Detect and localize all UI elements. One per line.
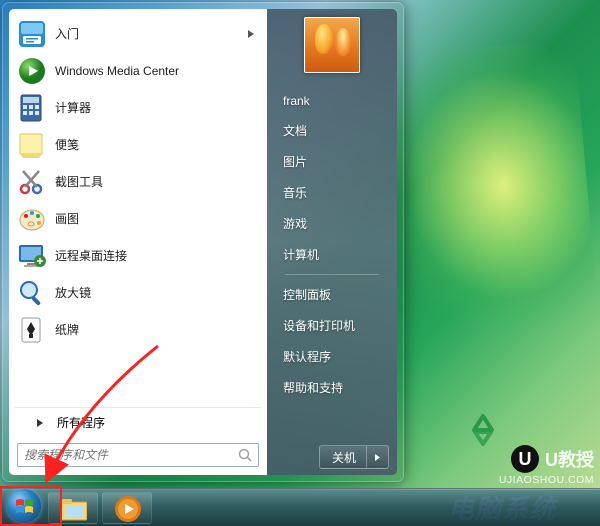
windows-flag-icon: [13, 495, 35, 517]
program-item-magnifier[interactable]: 放大镜: [11, 274, 265, 311]
shutdown-button[interactable]: 关机: [319, 445, 389, 469]
shutdown-options-button[interactable]: [366, 446, 388, 468]
sticky-notes-icon: [17, 130, 47, 160]
right-link[interactable]: 设备和打印机: [275, 310, 389, 341]
taskbar-explorer[interactable]: [48, 492, 98, 524]
right-links: frank 文档图片音乐游戏计算机 控制面板设备和打印机默认程序帮助和支持: [267, 83, 397, 441]
remote-desktop-icon: [17, 241, 47, 271]
paint-icon: [17, 204, 47, 234]
program-item-wmc[interactable]: Windows Media Center: [11, 52, 265, 89]
getting-started-icon: [17, 19, 47, 49]
right-link[interactable]: 游戏: [275, 208, 389, 239]
chevron-right-icon: [374, 454, 381, 461]
magnifier-icon: [17, 278, 47, 308]
recycle-bin-icon: [466, 412, 500, 446]
snipping-tool-icon: [17, 167, 47, 197]
watermark-url: UJIAOSHOU.COM: [499, 474, 594, 486]
program-item-calculator[interactable]: 计算器: [11, 89, 265, 126]
program-label: 计算器: [55, 99, 91, 116]
program-label: 截图工具: [55, 173, 103, 190]
watermark-brand: U教授: [545, 446, 594, 472]
folder-icon: [59, 494, 87, 522]
calculator-icon: [17, 93, 47, 123]
program-list: 入门 Windows Media Center 计算器便笺截图工具画图远程桌面连接放…: [9, 13, 267, 405]
chevron-right-icon: [35, 418, 45, 428]
program-label: 放大镜: [55, 284, 91, 301]
program-label: Windows Media Center: [55, 64, 179, 78]
shutdown-row: 关机: [267, 441, 397, 471]
watermark-logo-icon: U: [511, 445, 539, 473]
search-box[interactable]: [17, 443, 259, 467]
separator: [285, 274, 379, 275]
program-item-remote-desktop[interactable]: 远程桌面连接: [11, 237, 265, 274]
chevron-right-icon: [247, 30, 255, 38]
right-link[interactable]: 文档: [275, 115, 389, 146]
start-menu-left-pane: 入门 Windows Media Center 计算器便笺截图工具画图远程桌面连接放…: [9, 9, 267, 475]
all-programs-label: 所有程序: [57, 414, 105, 431]
right-link[interactable]: 默认程序: [275, 341, 389, 372]
program-label: 远程桌面连接: [55, 247, 127, 264]
right-link[interactable]: 帮助和支持: [275, 372, 389, 403]
right-link[interactable]: 音乐: [275, 177, 389, 208]
watermark: U U教授 UJIAOSHOU.COM: [499, 445, 594, 486]
taskbar: [0, 488, 600, 526]
media-player-icon: [113, 494, 141, 522]
start-button[interactable]: [6, 488, 44, 526]
user-name-link[interactable]: frank: [275, 87, 389, 115]
program-label: 便笺: [55, 136, 79, 153]
start-menu-right-pane: frank 文档图片音乐游戏计算机 控制面板设备和打印机默认程序帮助和支持 关机: [267, 9, 397, 475]
program-item-sticky-notes[interactable]: 便笺: [11, 126, 265, 163]
program-item-paint[interactable]: 画图: [11, 200, 265, 237]
all-programs-button[interactable]: 所有程序: [15, 407, 261, 437]
search-input[interactable]: [24, 448, 238, 462]
program-item-getting-started[interactable]: 入门: [11, 15, 265, 52]
program-label: 纸牌: [55, 321, 79, 338]
taskbar-media-player[interactable]: [102, 492, 152, 524]
wmc-icon: [17, 56, 47, 86]
start-menu: 入门 Windows Media Center 计算器便笺截图工具画图远程桌面连接放…: [2, 2, 404, 482]
right-link[interactable]: 图片: [275, 146, 389, 177]
right-link[interactable]: 控制面板: [275, 279, 389, 310]
program-item-snipping-tool[interactable]: 截图工具: [11, 163, 265, 200]
user-picture[interactable]: [304, 17, 360, 73]
program-label: 画图: [55, 210, 79, 227]
solitaire-icon: [17, 315, 47, 345]
program-label: 入门: [55, 25, 79, 42]
right-link[interactable]: 计算机: [275, 239, 389, 270]
program-item-solitaire[interactable]: 纸牌: [11, 311, 265, 348]
shutdown-label: 关机: [332, 449, 366, 466]
search-icon: [238, 448, 252, 462]
